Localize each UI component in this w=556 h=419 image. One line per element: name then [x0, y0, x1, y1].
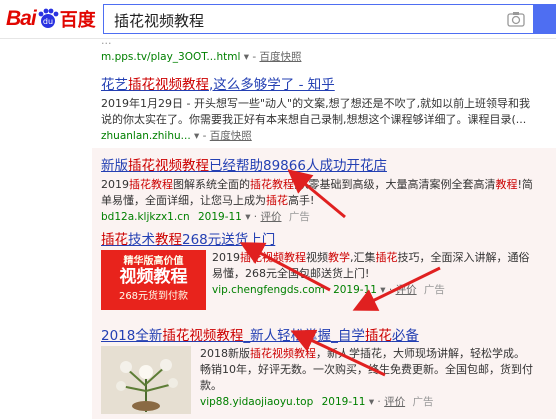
search-query: 插花视频教程 — [114, 12, 205, 30]
search-button[interactable] — [533, 4, 556, 34]
result-title[interactable]: 插花技术教程268元送货上门 — [101, 228, 541, 248]
result-url[interactable]: zhuanlan.zhihu... — [101, 130, 191, 142]
banner-line-1: 精华版高价值 — [123, 256, 184, 267]
ad-result-item: 2018全新插花视频教程_新人轻松掌握_自学插花必备 — [101, 324, 541, 344]
ad-label: 广告 — [288, 211, 310, 223]
result-abstract: 2019插花视频教程视频教学,汇集插花技巧，全面深入讲解，通俗易懂，268元全国… — [212, 251, 530, 280]
banner-line-3: 268元货到付款 — [118, 291, 189, 302]
result-title[interactable]: 花艺插花视频教程,这么多够学了 - 知乎 — [101, 73, 541, 93]
search-input[interactable]: 插花视频教程 — [103, 4, 533, 34]
search-header: Bai du 百度 插花视频教程 — [0, 0, 556, 39]
result-date: 2019-11 — [333, 284, 377, 296]
result-url[interactable]: bd12a.kljkzx1.cn — [101, 211, 190, 223]
snapshot-link[interactable]: 百度快照 — [259, 51, 301, 63]
result-title[interactable]: 新版插花视频教程已经帮助89866人成功开花店 — [101, 154, 541, 174]
result-title[interactable]: 2018全新插花视频教程_新人轻松掌握_自学插花必备 — [101, 324, 541, 344]
result-abstract: 2019年1月29日 - 开头想写一些"动人"的文案,想了想还是不吹了,就如以前… — [101, 97, 531, 126]
result-url-line: m.pps.tv/play_3OOT...html ▾ - 百度快照 — [101, 51, 302, 63]
paw-icon: du — [38, 8, 59, 28]
result-item: ... m.pps.tv/play_3OOT...html ▾ - 百度快照 — [101, 39, 541, 64]
baidu-logo[interactable]: Bai du 百度 — [6, 7, 96, 31]
result-url[interactable]: m.pps.tv/play_3OOT...html — [101, 51, 240, 63]
result-url-line: zhuanlan.zhihu... ▾ - 百度快照 — [101, 130, 252, 142]
result-abstract: ... — [101, 39, 112, 47]
result-date: 2019-11 — [197, 211, 242, 223]
ad-result-item: 插花技术教程268元送货上门 — [101, 228, 541, 248]
svg-text:du: du — [43, 17, 53, 26]
evaluate-link[interactable]: 评价 — [384, 396, 405, 408]
ad-label: 广告 — [423, 284, 445, 296]
flower-arrangement-image[interactable] — [101, 346, 191, 414]
ad-result-body: 2019插花视频教程视频教学,汇集插花技巧，全面深入讲解，通俗易懂，268元全国… — [212, 250, 532, 297]
logo-text-right: 百度 — [59, 10, 96, 31]
results-area: ... m.pps.tv/play_3OOT...html ▾ - 百度快照 花… — [0, 39, 556, 419]
ad-label: 广告 — [412, 396, 434, 408]
result-abstract: 2018新版插花视频教程，新人学插花，大师现场讲解，轻松学成。畅销10年，好评无… — [200, 347, 533, 392]
result-url[interactable]: vip88.yidaojiaoyu.top — [200, 396, 313, 408]
flower-icon — [101, 346, 191, 414]
result-abstract: 2019插花教程图解系统全面的插花教程,从零基础到高级，大量高清案例全套高清教程… — [101, 178, 533, 207]
camera-icon[interactable] — [507, 11, 525, 27]
ad-result-body: 2018新版插花视频教程，新人学插花，大师现场讲解，轻松学成。畅销10年，好评无… — [200, 346, 535, 409]
evaluate-link[interactable]: 评价 — [396, 284, 417, 296]
promo-banner[interactable]: 精华版高价值 视频教程 268元货到付款 — [101, 250, 206, 310]
result-url-line: vip88.yidaojiaoyu.top 2019-11 ▾ · 评价 广告 — [200, 396, 434, 408]
banner-line-2: 视频教程 — [119, 267, 188, 287]
result-url[interactable]: vip.chengfengds.com — [212, 284, 325, 296]
result-url-line: vip.chengfengds.com 2019-11 ▾ · 评价 广告 — [212, 284, 445, 296]
result-item: 花艺插花视频教程,这么多够学了 - 知乎 2019年1月29日 - 开头想写一些… — [101, 73, 541, 143]
evaluate-link[interactable]: 评价 — [261, 211, 282, 223]
snapshot-link[interactable]: 百度快照 — [210, 130, 252, 142]
result-url-line: bd12a.kljkzx1.cn 2019-11 ▾ · 评价 广告 — [101, 211, 310, 223]
logo-text-left: Bai — [6, 7, 37, 30]
result-date: 2019-11 — [321, 396, 366, 408]
ad-result-item: 新版插花视频教程已经帮助89866人成功开花店 2019插花教程图解系统全面的插… — [101, 154, 541, 224]
